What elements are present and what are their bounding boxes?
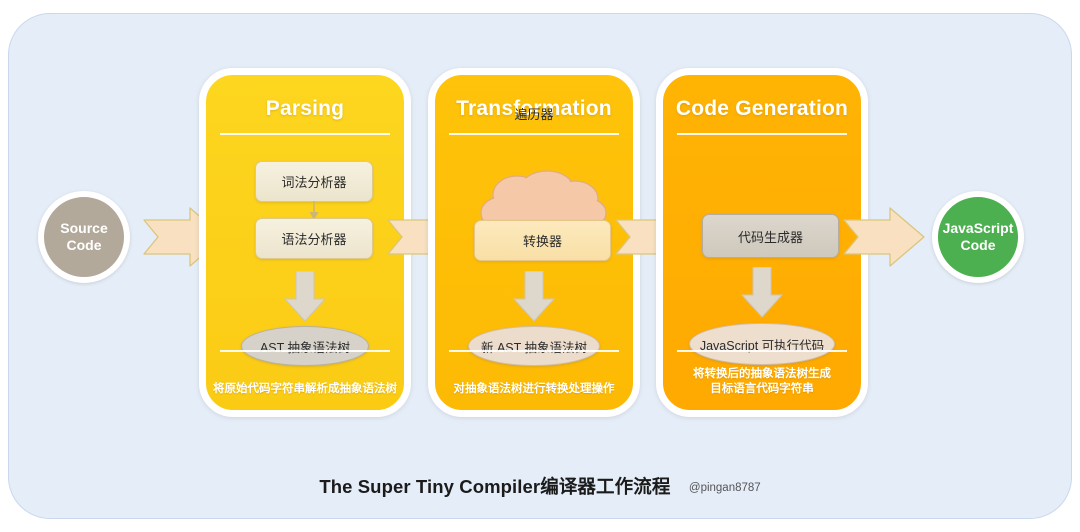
stage-code-generation-rule-bottom — [677, 350, 847, 352]
stage-code-generation-footer: 将转换后的抽象语法树生成 目标语言代码字符串 — [669, 367, 855, 398]
stage-parsing-rule-top — [220, 133, 390, 135]
cloud-traverser-label: 遍历器 — [514, 107, 554, 122]
javascript-code-label-line2: Code — [960, 237, 996, 253]
stage-parsing-title: Parsing — [265, 97, 345, 120]
node-lexer-label: 词法分析器 — [281, 175, 347, 190]
node-source-code[interactable]: Source Code — [38, 191, 130, 283]
diagram-canvas: Source Code Parsing 词法分析器 语法分析器 AST 抽象语法… — [0, 0, 1080, 532]
node-parser-label: 语法分析器 — [281, 232, 347, 247]
node-javascript-code[interactable]: JavaScript Code — [932, 191, 1024, 283]
stage-code-generation-inner: Code Generation 代码生成器 JavaScript 可执行代码 将… — [663, 75, 861, 410]
stage-transformation-footer: 对抽象语法树进行转换处理操作 — [453, 383, 615, 396]
stage-parsing-inner: Parsing 词法分析器 语法分析器 AST 抽象语法树 将原始代码字符串解析… — [206, 75, 404, 410]
diagram-caption: The Super Tiny Compiler编译器工作流程 @pingan87… — [0, 473, 1080, 499]
stage-transformation-rule-top — [449, 133, 619, 135]
javascript-code-label: JavaScript Code — [943, 220, 1014, 255]
stage-parsing[interactable]: Parsing 词法分析器 语法分析器 AST 抽象语法树 将原始代码字符串解析… — [199, 68, 411, 417]
stage-code-generation-footer-line1: 将转换后的抽象语法树生成 — [693, 367, 831, 380]
stage-code-generation[interactable]: Code Generation 代码生成器 JavaScript 可执行代码 将… — [656, 68, 868, 417]
down-arrow-icon — [512, 271, 556, 322]
node-code-generator[interactable]: 代码生成器 — [702, 214, 839, 258]
result-ast[interactable]: AST 抽象语法树 — [241, 326, 369, 366]
stage-code-generation-title: Code Generation — [675, 97, 849, 120]
source-code-label-line1: Source — [60, 219, 108, 236]
stage-code-generation-rule-top — [677, 133, 847, 135]
stage-parsing-footer: 将原始代码字符串解析成抽象语法树 — [213, 383, 397, 396]
source-code-label: Source Code — [60, 220, 107, 255]
diagram-caption-title: The Super Tiny Compiler编译器工作流程 — [319, 476, 671, 497]
node-lexer[interactable]: 词法分析器 — [255, 161, 373, 202]
stage-transformation-rule-bottom — [449, 350, 619, 352]
down-arrow-icon — [283, 271, 327, 322]
javascript-code-label-line1: JavaScript — [942, 219, 1014, 236]
result-new-ast-label: 新 AST 抽象语法树 — [480, 340, 588, 355]
stage-code-generation-footer-line2: 目标语言代码字符串 — [710, 383, 814, 396]
result-new-ast[interactable]: 新 AST 抽象语法树 — [468, 326, 600, 366]
stage-transformation[interactable]: Transformation 遍历器 转换器 新 AST 抽象语法树 对抽象语法… — [428, 68, 640, 417]
node-transformer-label: 转换器 — [522, 234, 562, 249]
down-arrow-icon — [740, 267, 784, 318]
stage-parsing-rule-bottom — [220, 350, 390, 352]
result-ast-label: AST 抽象语法树 — [259, 340, 351, 355]
source-code-label-line2: Code — [66, 237, 102, 253]
stage-transformation-inner: Transformation 遍历器 转换器 新 AST 抽象语法树 对抽象语法… — [435, 75, 633, 410]
node-code-generator-label: 代码生成器 — [737, 229, 803, 245]
node-parser[interactable]: 语法分析器 — [255, 218, 373, 259]
result-javascript-code[interactable]: JavaScript 可执行代码 — [689, 323, 835, 365]
node-transformer[interactable]: 转换器 — [474, 220, 611, 261]
flow-arrow-codegen-to-javascript — [843, 207, 925, 267]
diagram-caption-handle: @pingan8787 — [688, 482, 761, 494]
